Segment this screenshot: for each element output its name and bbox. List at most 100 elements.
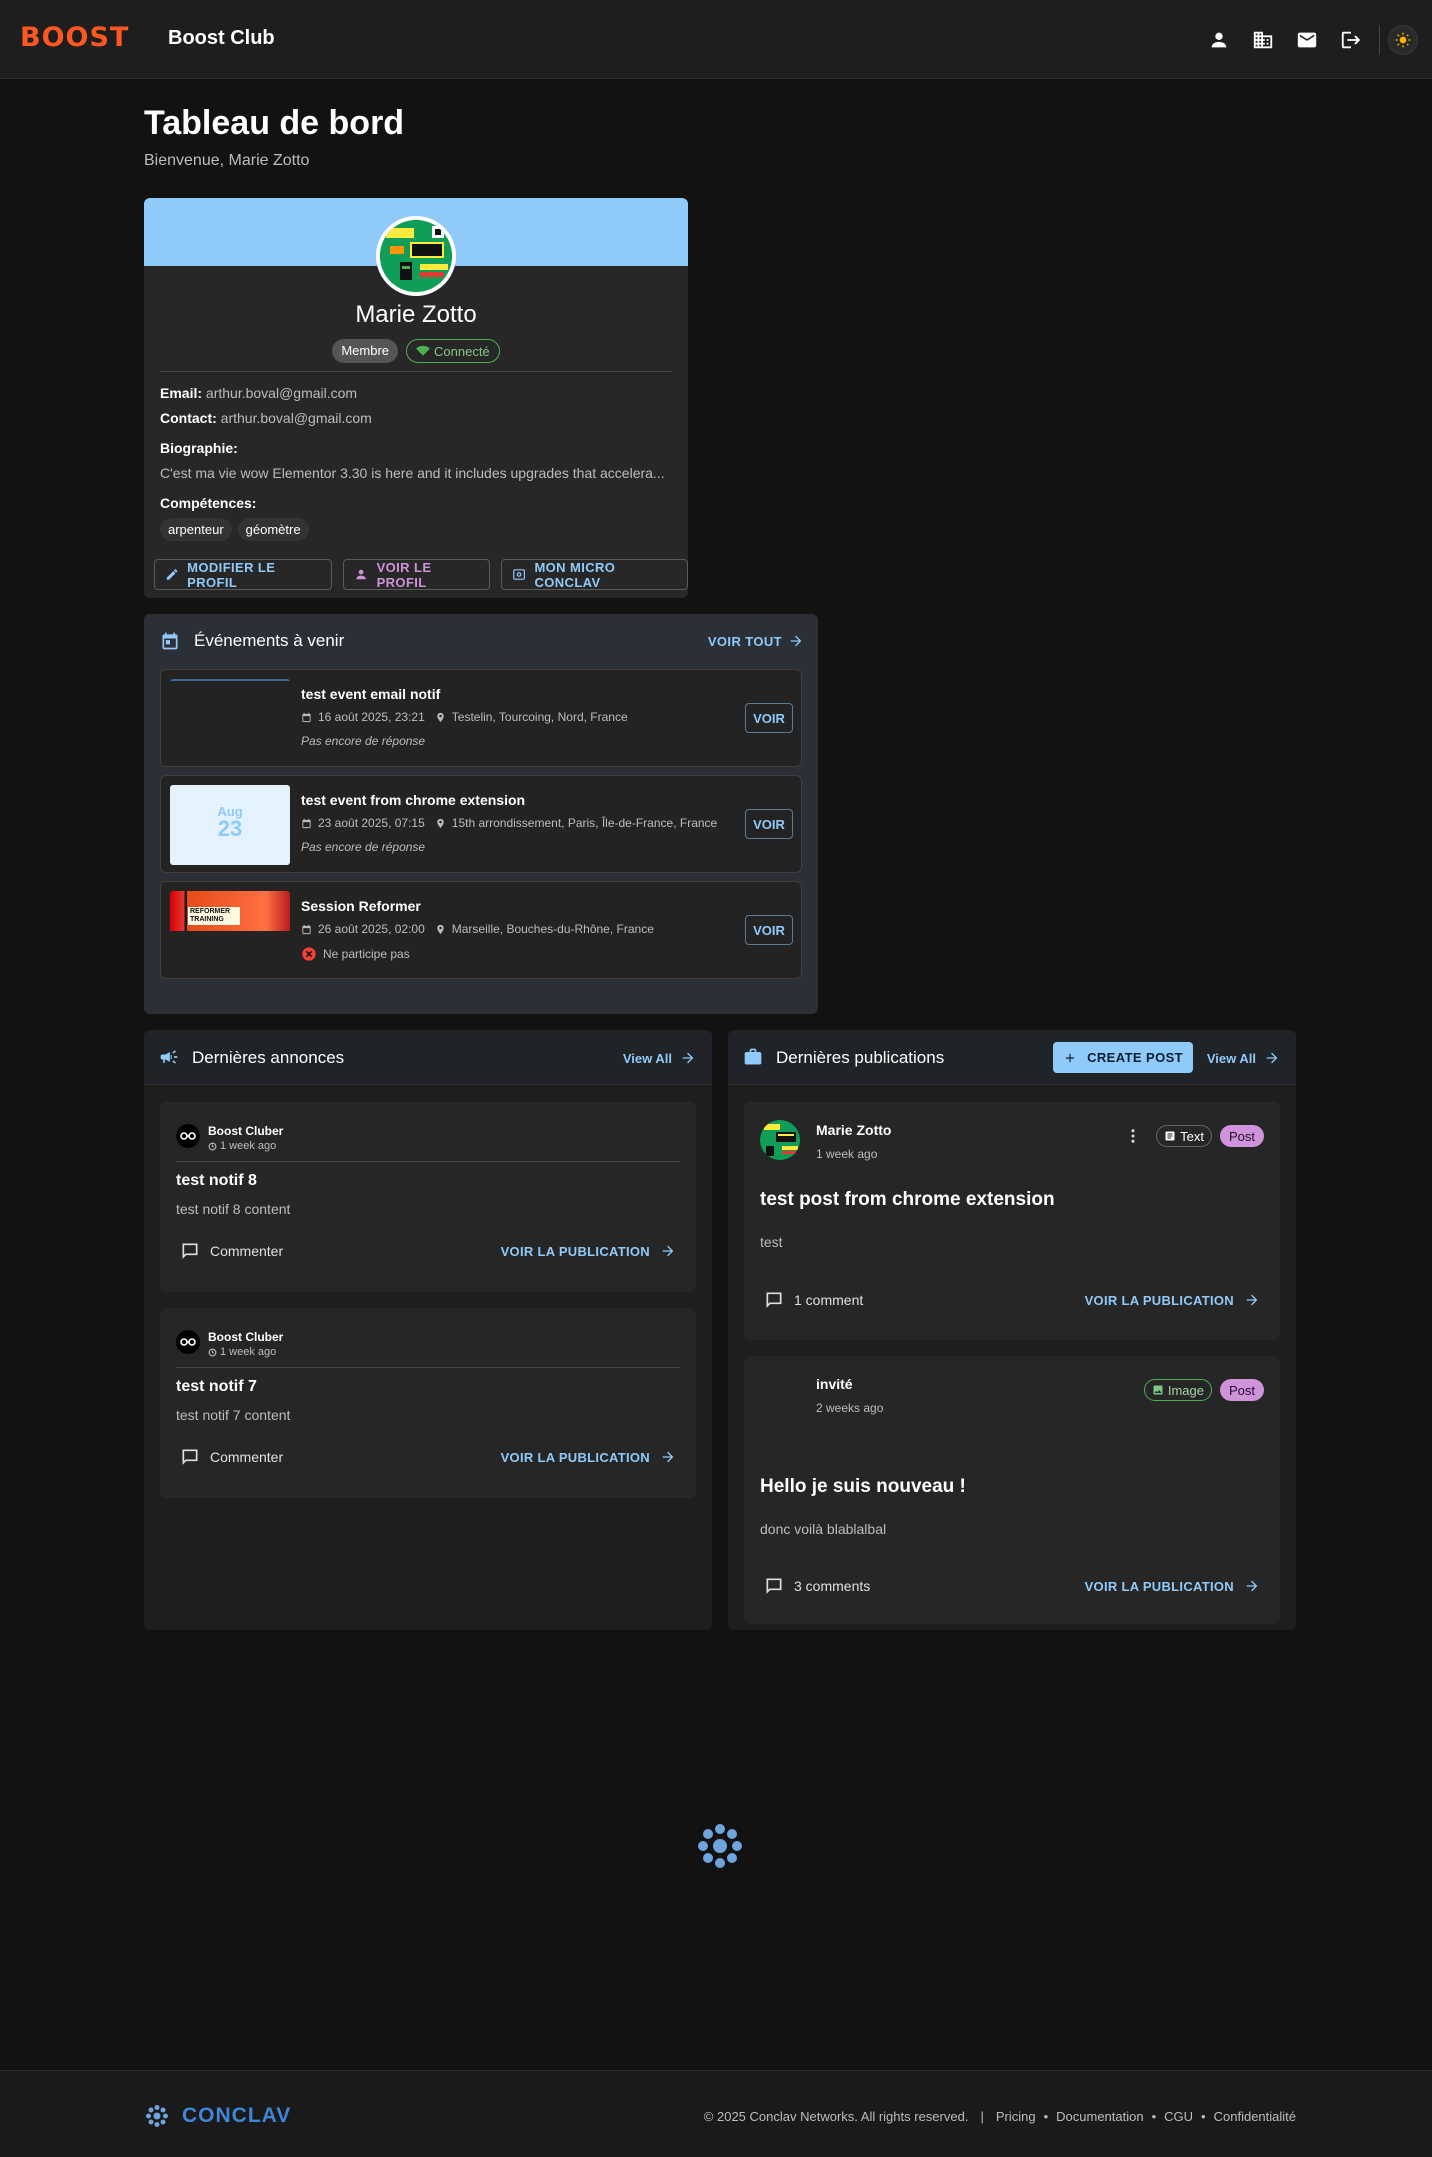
web-icon <box>513 569 526 580</box>
calendar-icon <box>302 818 311 828</box>
author-avatar <box>176 1330 200 1354</box>
avatar <box>376 216 456 296</box>
image-icon <box>1153 1385 1163 1395</box>
see-publication-link[interactable]: VOIR LA PUBLICATION <box>501 1449 676 1465</box>
sun-icon[interactable] <box>1388 25 1418 55</box>
calendar-icon <box>162 632 178 650</box>
publication-content: donc voilà blablalbal <box>760 1521 887 1537</box>
person-icon[interactable] <box>1197 22 1241 58</box>
profile-divider <box>160 371 672 372</box>
arrow-right-icon <box>1246 1580 1258 1592</box>
event-status: Pas encore de réponse <box>301 734 426 748</box>
comment-button[interactable]: Commenter <box>180 1241 283 1261</box>
event-thumbnail: REFORMER TRAINING <box>170 891 290 971</box>
footer-brand[interactable]: CONCLAV <box>144 2103 291 2129</box>
boost-logo[interactable]: BOOST <box>20 22 129 53</box>
event-thumbnail: Aug 23 <box>170 785 290 865</box>
email-label: Email: <box>160 385 203 401</box>
announcement-content: test notif 8 content <box>176 1201 291 1217</box>
comment-icon <box>182 1449 198 1465</box>
author-name: invité <box>816 1376 853 1392</box>
calendar-icon <box>302 924 311 934</box>
create-post-button[interactable]: CREATE POST <box>1053 1042 1193 1073</box>
see-publication-link[interactable]: VOIR LA PUBLICATION <box>501 1243 676 1259</box>
event-item[interactable]: Aug 23 test event from chrome extension … <box>160 775 802 873</box>
thumbnail-caption: REFORMER TRAINING <box>188 907 240 925</box>
welcome-text: Bienvenue, Marie Zotto <box>144 152 310 169</box>
announcements-header: Dernières annonces View All <box>144 1030 712 1085</box>
footer-brand-name: CONCLAV <box>182 2104 292 2127</box>
email-value: arthur.boval@gmail.com <box>205 385 358 401</box>
announcement-content: test notif 7 content <box>176 1407 291 1423</box>
event-date: 26 août 2025, 02:00 <box>318 922 425 936</box>
skill-chip: géomètre <box>237 518 309 541</box>
clock-icon <box>208 1348 217 1356</box>
micro-conclav-button[interactable]: MON MICRO CONCLAV <box>501 559 688 590</box>
email-row: Email: arthur.boval@gmail.com <box>160 385 357 401</box>
profile-chips: Membre Connecté <box>144 339 688 363</box>
footer-links: © 2025 Conclav Networks. All rights rese… <box>703 2109 1296 2124</box>
comments-button[interactable]: 3 comments <box>764 1576 870 1596</box>
announcement-card[interactable]: Boost Cluber 1 week ago test notif 8 tes… <box>160 1102 696 1292</box>
copyright-text: © 2025 Conclav Networks. All rights rese… <box>703 2109 969 2124</box>
thumbnail-day: 23 <box>217 816 243 841</box>
announcements-title: Dernières annonces <box>192 1048 345 1067</box>
more-vert-icon[interactable] <box>1124 1127 1142 1145</box>
divider <box>176 1367 680 1368</box>
publication-title: Hello je suis nouveau ! <box>760 1476 966 1497</box>
event-meta: 26 août 2025, 02:00 Marseille, Bouches-d… <box>301 922 654 936</box>
event-meta: 23 août 2025, 07:15 15th arrondissement,… <box>301 816 717 830</box>
post-chips: Image Post <box>1143 1379 1264 1401</box>
footer-link-pricing[interactable]: Pricing <box>996 2109 1036 2124</box>
mail-icon[interactable] <box>1285 22 1329 58</box>
type-chip: Image <box>1143 1379 1212 1401</box>
post-time: 1 week ago <box>208 1140 276 1152</box>
view-all-publications-link[interactable]: View All <box>1207 1050 1280 1066</box>
building-icon[interactable] <box>1241 22 1285 58</box>
divider <box>176 1161 680 1162</box>
arrow-right-icon <box>662 1451 674 1463</box>
see-all-events-link[interactable]: VOIR TOUT <box>708 633 804 649</box>
author-name: Boost Cluber <box>208 1330 284 1344</box>
event-item[interactable]: test event email notif 16 août 2025, 23:… <box>160 669 802 767</box>
see-publication-link[interactable]: VOIR LA PUBLICATION <box>1085 1578 1260 1594</box>
arrow-right-icon <box>790 635 802 647</box>
view-event-button[interactable]: VOIR <box>745 915 793 945</box>
status-badge-label: Connecté <box>434 343 490 359</box>
logout-icon[interactable] <box>1329 22 1373 58</box>
status-badge: Connecté <box>406 339 500 363</box>
post-time: 1 week ago <box>208 1346 276 1358</box>
publication-card[interactable]: Marie Zotto 1 week ago Text Post test po… <box>744 1102 1280 1340</box>
event-date: 16 août 2025, 23:21 <box>318 710 425 724</box>
event-title: test event email notif <box>301 686 441 702</box>
app-title[interactable]: Boost Club <box>168 27 275 50</box>
comment-icon <box>766 1578 782 1594</box>
bio-text: C'est ma vie wow Elementor 3.30 is here … <box>160 465 665 481</box>
person-icon <box>356 569 367 580</box>
event-title: Session Reformer <box>301 898 421 914</box>
announcements-panel: Dernières annonces View All Boost Cluber… <box>144 1030 712 1630</box>
contact-value: arthur.boval@gmail.com <box>220 410 372 426</box>
publication-card[interactable]: invité 2 weeks ago Image Post Hello je s… <box>744 1356 1280 1624</box>
author-name: Boost Cluber <box>208 1124 284 1138</box>
see-publication-link[interactable]: VOIR LA PUBLICATION <box>1085 1292 1260 1308</box>
footer-link-documentation[interactable]: Documentation <box>1056 2109 1143 2124</box>
event-item[interactable]: REFORMER TRAINING Session Reformer 26 ao… <box>160 881 802 979</box>
view-all-announcements-link[interactable]: View All <box>623 1050 696 1066</box>
article-icon <box>1165 1131 1175 1141</box>
comment-button[interactable]: Commenter <box>180 1447 283 1467</box>
view-profile-button[interactable]: VOIR LE PROFIL <box>343 559 491 590</box>
footer-link-cgu[interactable]: CGU <box>1164 2109 1193 2124</box>
profile-card: Marie Zotto Membre Connecté Email: arthu… <box>144 198 688 598</box>
contact-row: Contact: arthur.boval@gmail.com <box>160 410 372 426</box>
announcement-card[interactable]: Boost Cluber 1 week ago test notif 7 tes… <box>160 1308 696 1498</box>
skill-chip: arpenteur <box>160 518 232 541</box>
view-event-button[interactable]: VOIR <box>745 809 793 839</box>
footer-link-privacy[interactable]: Confidentialité <box>1214 2109 1296 2124</box>
author-name: Marie Zotto <box>816 1122 892 1138</box>
briefcase-icon <box>744 1048 762 1065</box>
comments-button[interactable]: 1 comment <box>764 1290 863 1310</box>
view-event-button[interactable]: VOIR <box>745 703 793 733</box>
edit-profile-button[interactable]: MODIFIER LE PROFIL <box>154 559 333 590</box>
avatar-image <box>380 220 452 292</box>
